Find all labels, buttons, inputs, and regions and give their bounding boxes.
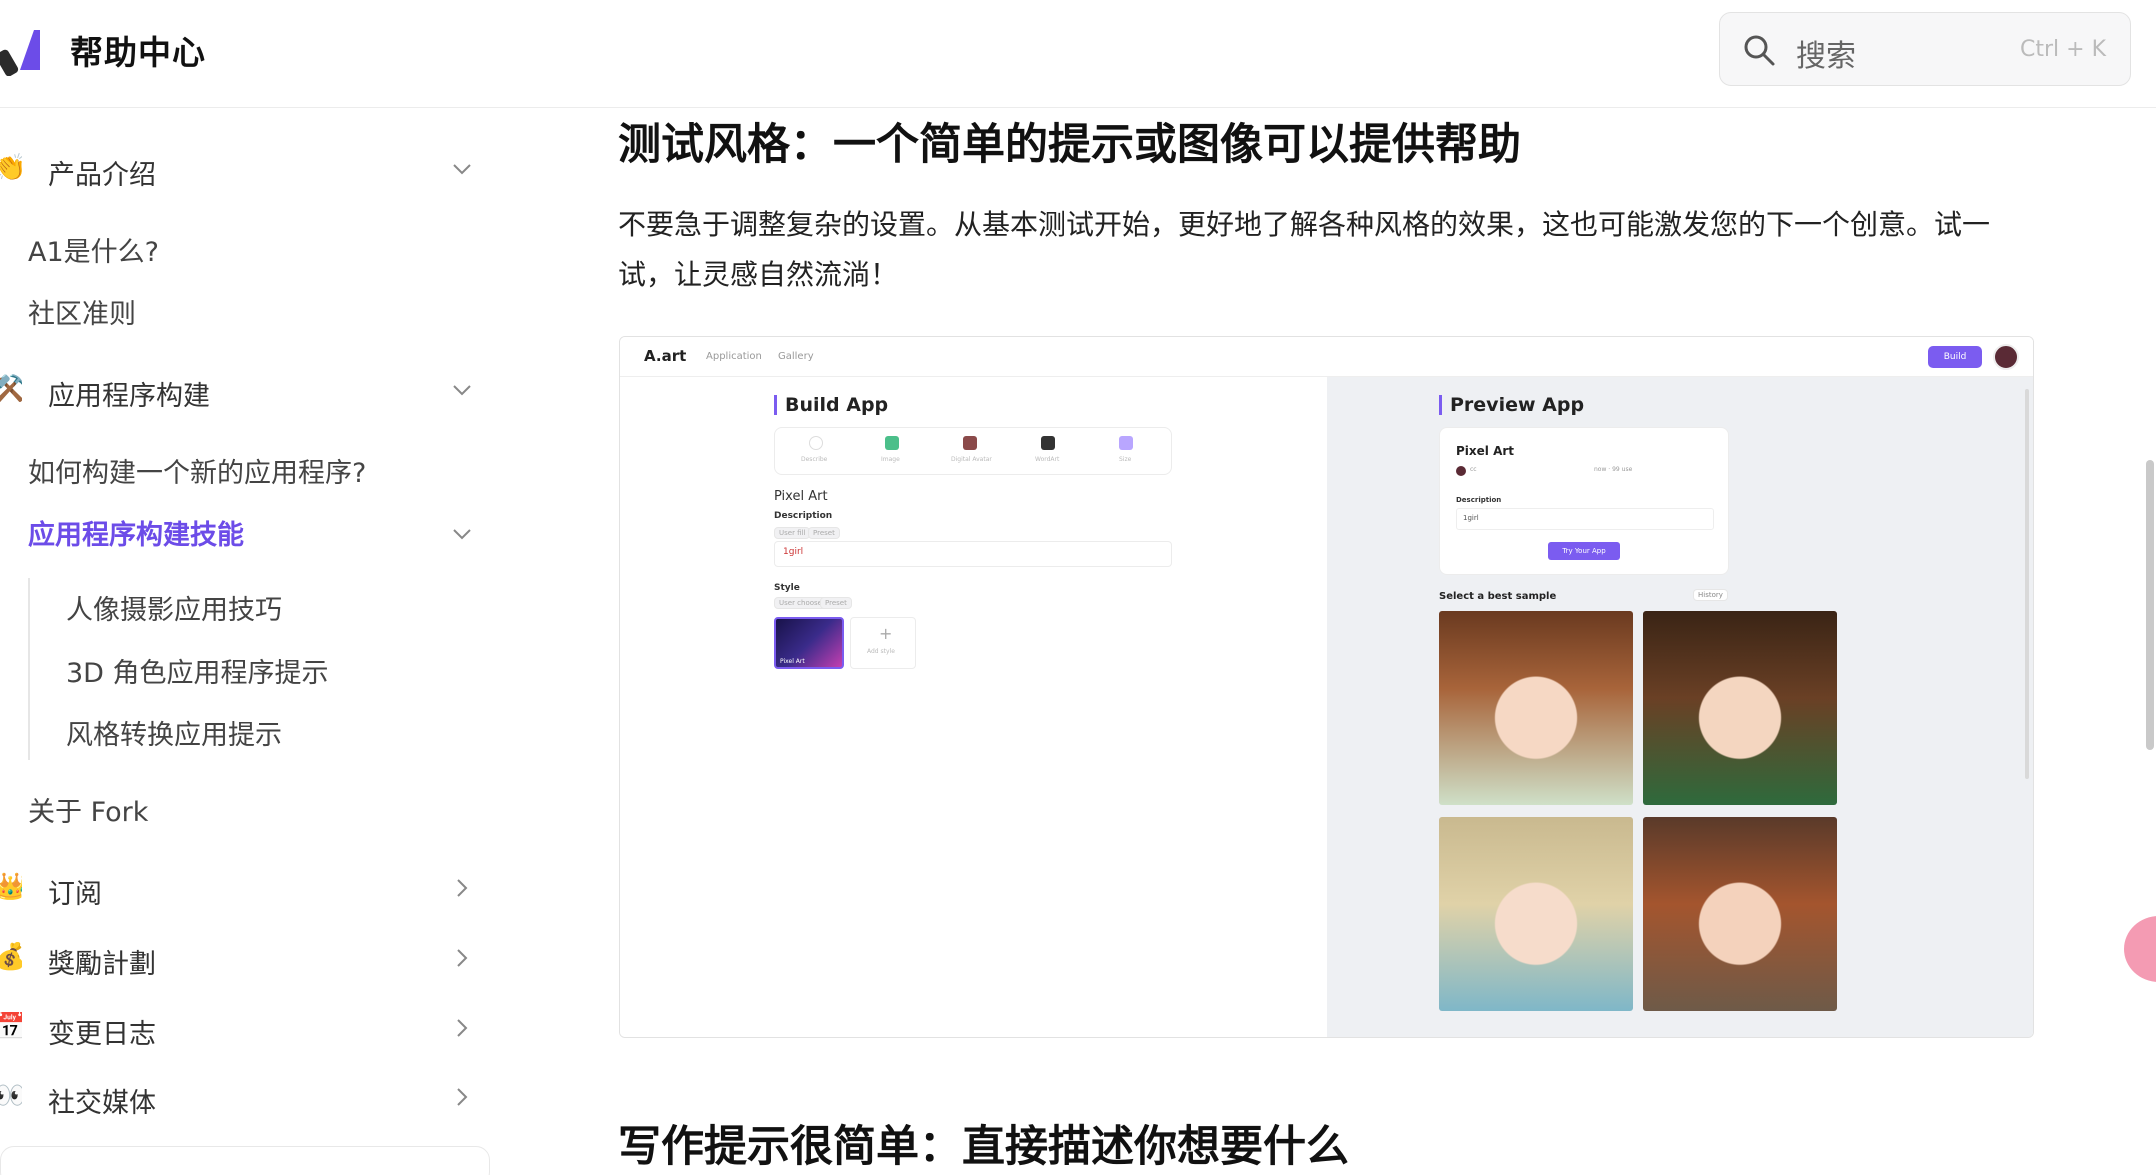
chevron-right-icon [457, 1019, 468, 1037]
sample-image-2 [1643, 611, 1837, 805]
sidebar-section-app-build[interactable]: ⚒️ 应用程序构建 [0, 364, 480, 420]
sidebar-item-community-guidelines[interactable]: 社区准则 [28, 292, 136, 336]
sidebar-nest-rail [28, 578, 30, 760]
chevron-down-icon[interactable] [450, 522, 474, 546]
sidebar-section-label: 獎勵計劃 [48, 949, 156, 980]
sidebar-section-label: 订阅 [48, 879, 102, 910]
sidebar-section-rewards[interactable]: 💰 獎勵計劃 [0, 932, 480, 988]
screenshot-try-button: Try Your App [1548, 542, 1620, 560]
screenshot-topbar: A.art Application Gallery Build [620, 337, 2033, 377]
screenshot-build-title: Build App [774, 395, 888, 415]
screenshot-style-thumb: Pixel Art [774, 617, 844, 669]
screenshot-logo: A.art [644, 347, 687, 365]
section-heading-test-style: 测试风格：一个简单的提示或图像可以提供帮助 [618, 120, 1521, 170]
calendar-icon: 📅 [0, 1012, 22, 1042]
search-shortcut: Ctrl + K [2020, 37, 2106, 62]
hammer-pick-icon: ⚒️ [0, 374, 22, 404]
brand-title[interactable]: 帮助中心 [70, 26, 206, 74]
screenshot-scrollbar [2025, 389, 2029, 779]
eyes-icon: 👀 [0, 1081, 22, 1111]
screenshot-preview-card: Pixel Art cc now · 99 use Description 1g… [1439, 427, 1729, 575]
screenshot-desc-field: 1girl [774, 541, 1172, 567]
money-bag-icon: 💰 [0, 942, 22, 972]
sample-image-1 [1439, 611, 1633, 805]
chevron-down-icon [453, 385, 471, 396]
sidebar-item-build-skills[interactable]: 应用程序构建技能 [28, 513, 244, 557]
screenshot-build-button: Build [1928, 346, 1982, 368]
sidebar-section-label: 社交媒体 [48, 1088, 156, 1119]
sidebar-section-social[interactable]: 👀 社交媒体 [0, 1071, 480, 1127]
crown-icon: 👑 [0, 872, 22, 902]
page-scrollbar[interactable] [2146, 460, 2154, 750]
sidebar-footer-card [0, 1146, 490, 1175]
sidebar-item-what-is-a1[interactable]: A1是什么? [28, 230, 159, 274]
screenshot-preview-panel: Preview App Pixel Art cc now · 99 use De… [1327, 377, 2033, 1037]
screenshot-nav-application: Application [706, 351, 762, 362]
section-paragraph: 不要急于调整复杂的设置。从基本测试开始，更好地了解各种风格的效果，这也可能激发您… [618, 208, 1991, 291]
screenshot-add-style: + Add style [850, 617, 916, 669]
top-header: 帮助中心 搜索 Ctrl + K [0, 0, 2156, 108]
screenshot-app-name: Pixel Art [774, 489, 828, 504]
sidebar-section-intro[interactable]: 👏 产品介绍 [0, 143, 480, 199]
sidebar-item-style-transfer[interactable]: 风格转换应用提示 [66, 713, 282, 757]
chevron-right-icon [457, 949, 468, 967]
clap-icon: 👏 [0, 153, 22, 183]
chevron-right-icon [457, 879, 468, 897]
search-placeholder: 搜索 [1796, 39, 1856, 74]
sidebar-item-3d-character[interactable]: 3D 角色应用程序提示 [66, 651, 329, 695]
sidebar-section-label: 产品介绍 [48, 160, 156, 191]
sample-image-3 [1439, 817, 1633, 1011]
floating-help-button[interactable] [2124, 916, 2156, 982]
screenshot-history: History [1693, 589, 1728, 601]
screenshot-build-panel: Build App Describe Image Digital Avatar … [620, 377, 1327, 1037]
chevron-down-icon [453, 164, 471, 175]
screenshot-preview-title: Preview App [1439, 395, 1584, 415]
sidebar-section-label: 变更日志 [48, 1019, 156, 1050]
sidebar-section-subscription[interactable]: 👑 订阅 [0, 862, 480, 918]
brand-logo-icon[interactable] [0, 24, 44, 76]
sidebar-section-label: 应用程序构建 [48, 381, 210, 412]
screenshot-mode-row: Describe Image Digital Avatar WordArt Si… [774, 427, 1172, 475]
section-heading-prompts: 写作提示很简单：直接描述你想要什么 [618, 1122, 1349, 1172]
screenshot-select-sample: Select a best sample [1439, 591, 1557, 602]
sidebar-item-about-fork[interactable]: 关于 Fork [28, 790, 148, 834]
sample-image-4 [1643, 817, 1837, 1011]
search-icon [1744, 35, 1775, 66]
avatar [1993, 344, 2019, 370]
sidebar-section-changelog[interactable]: 📅 变更日志 [0, 1002, 480, 1058]
screenshot-nav-gallery: Gallery [778, 351, 814, 362]
sidebar-item-how-to-build[interactable]: 如何构建一个新的应用程序? [28, 451, 366, 495]
sidebar-item-portrait-tips[interactable]: 人像摄影应用技巧 [66, 588, 282, 632]
chevron-right-icon [457, 1088, 468, 1106]
search-input[interactable]: 搜索 Ctrl + K [1719, 12, 2131, 86]
app-builder-screenshot: A.art Application Gallery Build Build Ap… [619, 336, 2034, 1038]
